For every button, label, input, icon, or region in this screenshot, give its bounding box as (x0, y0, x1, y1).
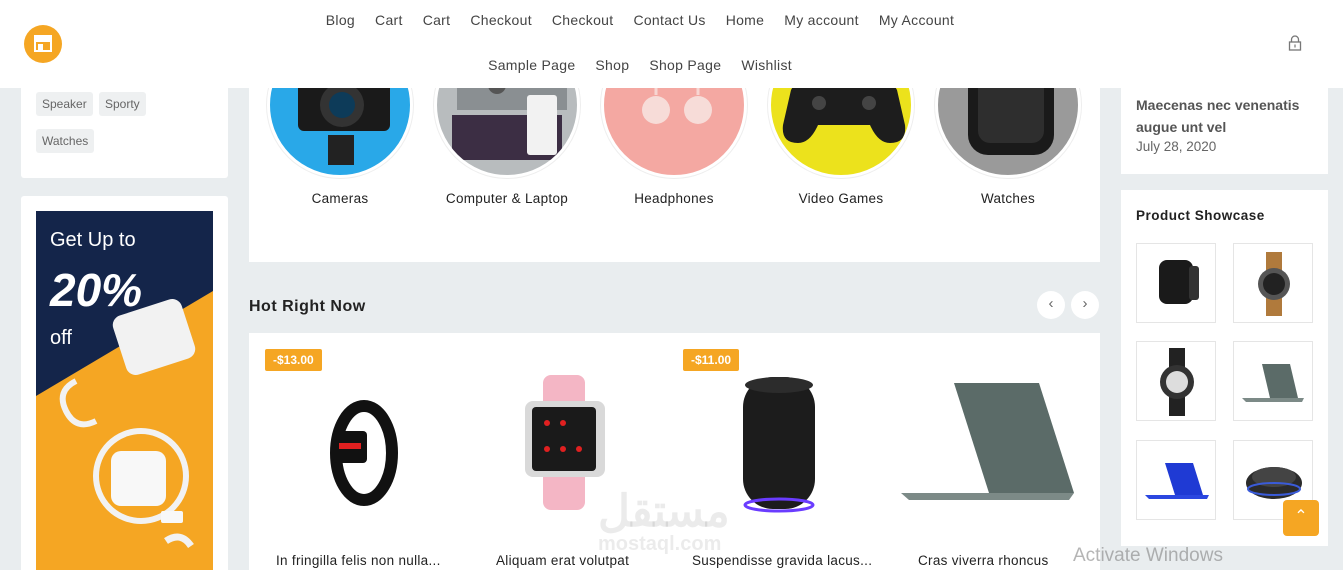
section-title-hot: Hot Right Now (249, 298, 366, 315)
sale-badge: -$11.00 (683, 349, 740, 371)
promo-widget: Get Up to 20% off (21, 196, 228, 570)
lock-icon[interactable] (1288, 35, 1302, 51)
store-icon (34, 35, 52, 52)
product-showcase-widget: Product Showcase (1121, 190, 1328, 546)
watermark-subtext: mostaql.com (598, 533, 722, 555)
nav-item-blog[interactable]: Blog (316, 12, 365, 28)
showcase-thumb[interactable] (1136, 440, 1216, 520)
nav-item-my-account-2[interactable]: My Account (869, 12, 964, 28)
nav-item-checkout[interactable]: Checkout (460, 12, 542, 28)
nav-row-2: Sample Page Shop Shop Page Wishlist (300, 57, 980, 73)
category-name: Computer & Laptop (445, 191, 569, 206)
showcase-thumb[interactable] (1233, 341, 1313, 421)
showcase-title: Product Showcase (1136, 208, 1265, 223)
product-image-speaker[interactable] (739, 375, 819, 515)
carousel-prev-button[interactable]: ‹ (1037, 291, 1065, 319)
nav-item-wishlist[interactable]: Wishlist (731, 57, 802, 73)
scroll-to-top-button[interactable]: ⌃ (1283, 500, 1319, 536)
category-name: Video Games (798, 191, 884, 206)
showcase-thumb[interactable] (1136, 341, 1216, 421)
nav-row-1: Blog Cart Cart Checkout Checkout Contact… (300, 12, 980, 28)
nav-item-shop-page[interactable]: Shop Page (639, 57, 731, 73)
carousel-next-button[interactable]: › (1071, 291, 1099, 319)
category-name: Headphones (634, 191, 714, 206)
site-header: Blog Cart Cart Checkout Checkout Contact… (0, 0, 1343, 88)
promo-line-3: off (50, 327, 72, 349)
recent-post-title[interactable]: Maecenas nec venenatis augue unt vel (1136, 94, 1316, 138)
nav-item-sample-page[interactable]: Sample Page (478, 57, 585, 73)
chevron-up-icon: ⌃ (1294, 508, 1308, 525)
chevron-right-icon: › (1082, 295, 1088, 312)
product-image-laptop[interactable] (899, 383, 1079, 503)
tag-speaker[interactable]: Speaker (36, 92, 93, 116)
chevron-left-icon: ‹ (1048, 295, 1054, 312)
promo-line-2: 20% (50, 264, 143, 316)
activate-windows-notice: Activate Windows (1073, 545, 1223, 566)
nav-item-shop[interactable]: Shop (585, 57, 639, 73)
showcase-thumb[interactable] (1233, 243, 1313, 323)
sale-badge: -$13.00 (265, 349, 322, 371)
nav-item-home[interactable]: Home (716, 12, 775, 28)
promo-banner[interactable]: Get Up to 20% off (36, 211, 213, 570)
showcase-thumb[interactable] (1136, 243, 1216, 323)
nav-item-my-account[interactable]: My account (774, 12, 869, 28)
watermark-text: مستقل (598, 487, 730, 536)
nav-item-cart[interactable]: Cart (365, 12, 413, 28)
product-image-pink-watch[interactable] (519, 375, 609, 510)
category-name: Cameras (311, 191, 369, 206)
tag-sporty[interactable]: Sporty (99, 92, 146, 116)
product-title[interactable]: In fringilla felis non nulla... (276, 553, 441, 568)
promo-line-1: Get Up to (50, 229, 136, 251)
recent-post-date: July 28, 2020 (1136, 139, 1217, 154)
category-name: Watches (980, 191, 1036, 206)
nav-item-contact[interactable]: Contact Us (623, 12, 715, 28)
nav-item-checkout-2[interactable]: Checkout (542, 12, 624, 28)
product-image-led-watch[interactable] (319, 393, 409, 513)
site-logo[interactable] (24, 25, 62, 63)
tag-watches[interactable]: Watches (36, 129, 95, 153)
nav-item-cart-2[interactable]: Cart (413, 12, 461, 28)
category-carousel: Cameras Computer & Laptop Headphones Vid… (249, 32, 1100, 262)
product-title[interactable]: Cras viverra rhoncus (918, 553, 1049, 568)
